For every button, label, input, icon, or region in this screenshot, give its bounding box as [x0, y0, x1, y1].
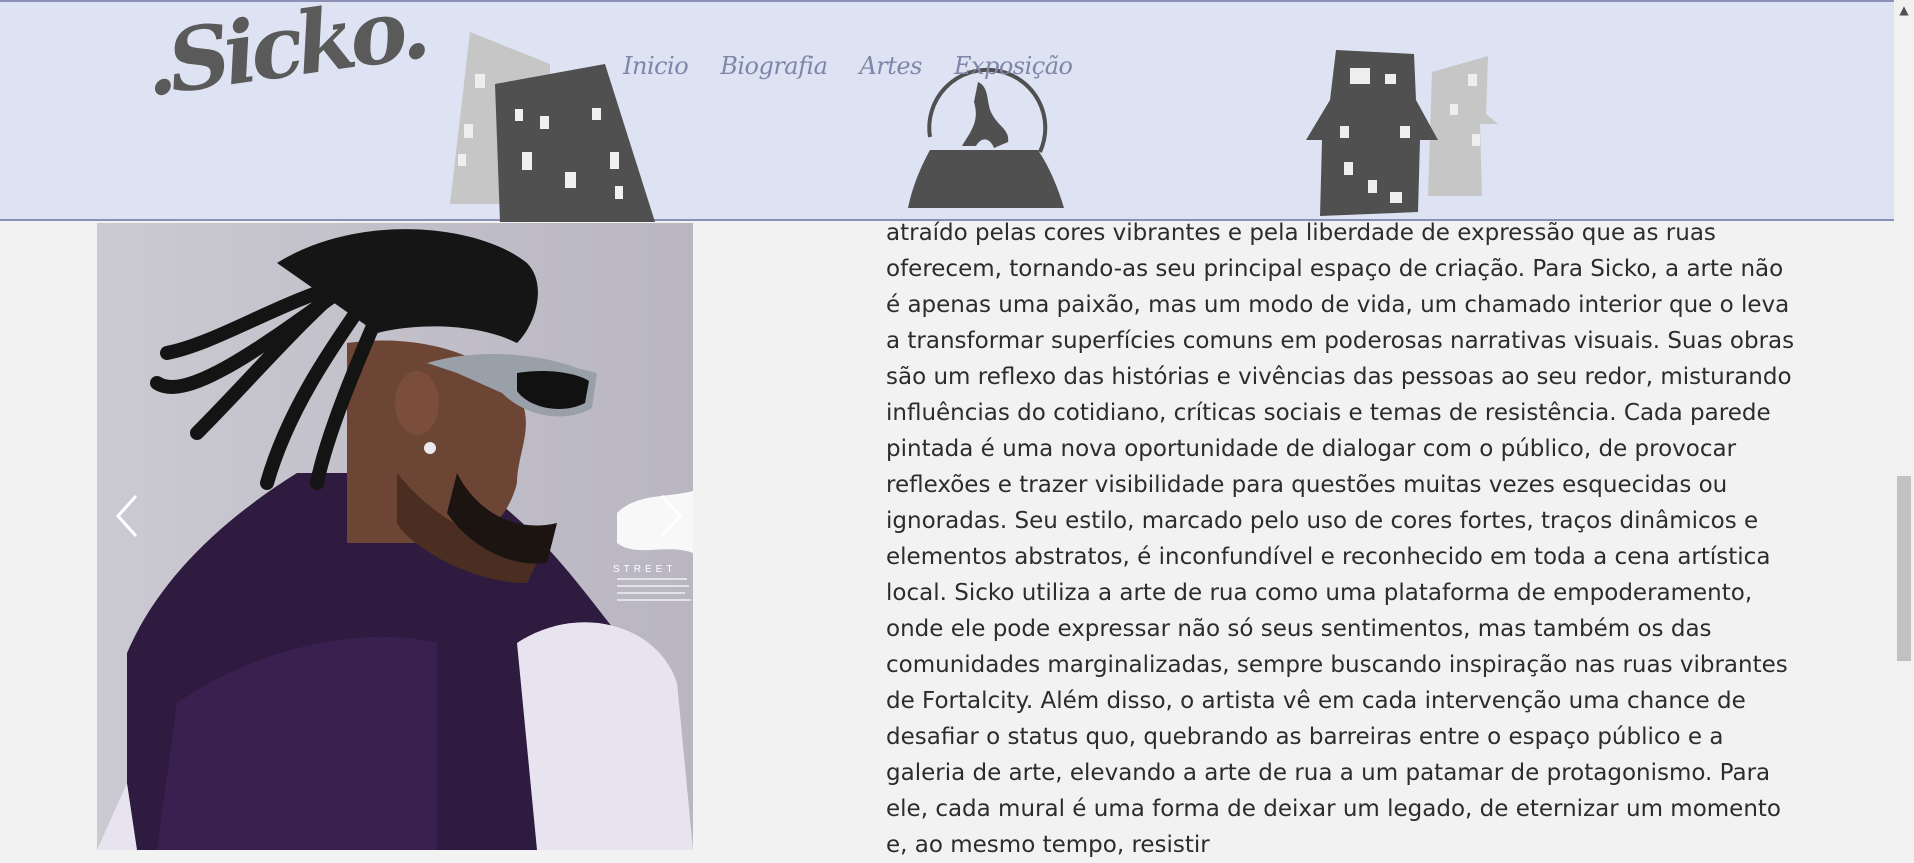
site-header: .Sicko. Inicio Biografia Artes Exposição: [0, 0, 1894, 222]
scrollbar-thumb[interactable]: [1897, 476, 1911, 661]
scroll-up-arrow-icon[interactable]: ▲: [1894, 0, 1914, 20]
page-scrollbar[interactable]: ▲: [1894, 0, 1914, 850]
nav-link-exposicao[interactable]: Exposição: [954, 52, 1073, 80]
carousel-prev-button[interactable]: [108, 490, 148, 542]
buildings-right-illustration: [1306, 50, 1498, 216]
nav-link-biografia[interactable]: Biografia: [720, 52, 828, 80]
nav-link-artes[interactable]: Artes: [859, 52, 922, 80]
sicko-logo[interactable]: .Sicko.: [137, 0, 430, 121]
poster-street-label: STREET: [613, 564, 676, 575]
artist-photo: STREET: [97, 223, 693, 850]
chevron-right-icon: [660, 494, 683, 538]
nav-link-inicio[interactable]: Inicio: [623, 52, 689, 80]
chevron-left-icon: [115, 494, 138, 538]
biography-paragraph: atraído pelas cores vibrantes e pela lib…: [886, 220, 1795, 858]
main-nav: Inicio Biografia Artes Exposição: [623, 52, 1073, 80]
carousel-next-button[interactable]: [650, 490, 690, 542]
